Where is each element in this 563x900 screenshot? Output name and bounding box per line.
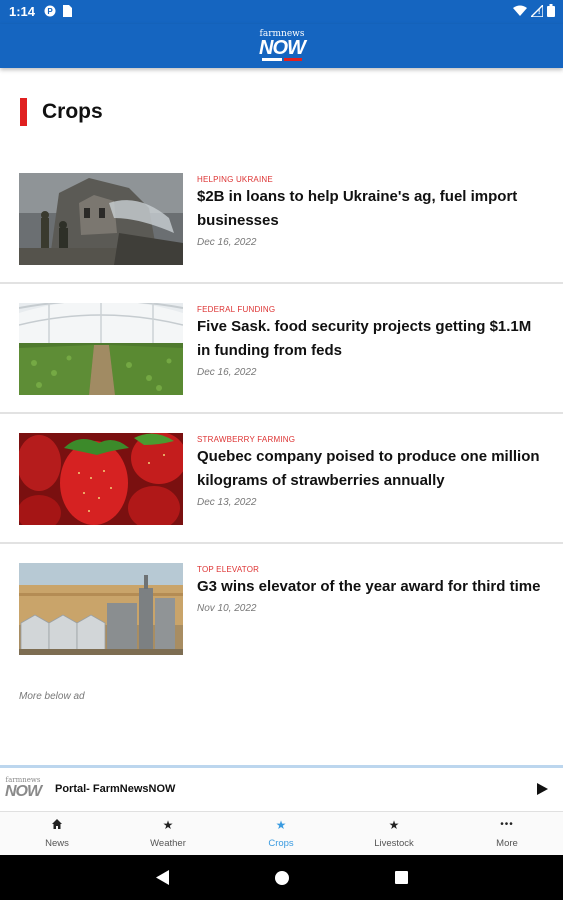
- article-title[interactable]: Quebec company poised to produce one mil…: [197, 445, 547, 493]
- article-card[interactable]: TOP ELEVATOR G3 wins elevator of the yea…: [0, 544, 563, 674]
- article-category: TOP ELEVATOR: [197, 565, 260, 574]
- star-icon: ★: [388, 818, 400, 832]
- nav-label: Weather: [150, 838, 186, 849]
- nav-label: Crops: [268, 838, 294, 849]
- article-title[interactable]: $2B in loans to help Ukraine's ag, fuel …: [197, 185, 547, 233]
- article-thumbnail[interactable]: [19, 563, 183, 655]
- status-bar: 1:14 P !: [0, 0, 563, 24]
- play-icon[interactable]: [535, 782, 549, 796]
- player-logo: farmnews NOW: [0, 770, 46, 808]
- article-thumbnail[interactable]: [19, 303, 183, 395]
- recent-apps-icon[interactable]: [395, 871, 408, 884]
- article-category: STRAWBERRY FARMING: [197, 435, 296, 444]
- article-thumbnail[interactable]: [19, 433, 183, 525]
- article-category: FEDERAL FUNDING: [197, 305, 276, 314]
- app-bar: farmnews NOW: [0, 24, 563, 68]
- article-date: Dec 16, 2022: [197, 367, 257, 378]
- article-date: Dec 16, 2022: [197, 237, 257, 248]
- article-card[interactable]: STRAWBERRY FARMING Quebec company poised…: [0, 414, 563, 544]
- article-date: Nov 10, 2022: [197, 603, 257, 614]
- audio-player-bar[interactable]: farmnews NOW Portal- FarmNewsNOW: [0, 765, 563, 811]
- article-title[interactable]: G3 wins elevator of the year award for t…: [197, 575, 547, 599]
- nav-item-weather[interactable]: ★ Weather: [128, 818, 208, 849]
- nav-label: News: [45, 838, 69, 849]
- nav-item-news[interactable]: News: [17, 818, 97, 849]
- status-icons-right: !: [513, 2, 555, 20]
- article-thumbnail[interactable]: [19, 173, 183, 265]
- section-header: Crops: [20, 98, 103, 126]
- signal-icon: !: [529, 2, 544, 20]
- wifi-icon: [513, 5, 527, 20]
- article-card[interactable]: FEDERAL FUNDING Five Sask. food security…: [0, 284, 563, 414]
- more-icon: •••: [500, 819, 514, 830]
- article-title[interactable]: Five Sask. food security projects gettin…: [197, 315, 547, 363]
- system-navigation-bar: [0, 855, 563, 900]
- more-below-ad-label: More below ad: [19, 691, 85, 702]
- nav-label: Livestock: [374, 838, 414, 849]
- svg-text:!: !: [538, 9, 540, 16]
- sim-icon: [62, 5, 74, 17]
- star-icon: ★: [162, 818, 174, 832]
- nav-item-crops[interactable]: ★ Crops: [241, 818, 321, 849]
- section-title: Crops: [42, 100, 103, 123]
- nav-item-more[interactable]: ••• More: [467, 818, 547, 849]
- svg-text:P: P: [47, 7, 53, 16]
- notification-icon: P: [44, 5, 56, 17]
- nav-item-livestock[interactable]: ★ Livestock: [354, 818, 434, 849]
- back-icon[interactable]: [156, 870, 170, 890]
- home-icon: [17, 818, 97, 832]
- article-card[interactable]: HELPING UKRAINE $2B in loans to help Ukr…: [0, 154, 563, 284]
- player-title: Portal- FarmNewsNOW: [55, 783, 176, 795]
- nav-label: More: [496, 838, 518, 849]
- section-accent-bar: [20, 98, 27, 126]
- battery-icon: [547, 4, 555, 20]
- star-icon: ★: [275, 818, 287, 832]
- article-date: Dec 13, 2022: [197, 497, 257, 508]
- article-category: HELPING UKRAINE: [197, 175, 273, 184]
- bottom-navigation: News ★ Weather ★ Crops ★ Livestock ••• M…: [0, 811, 563, 855]
- home-button-icon[interactable]: [275, 871, 289, 885]
- status-time: 1:14: [9, 4, 36, 19]
- farmnewsnow-logo[interactable]: farmnews NOW: [255, 30, 309, 62]
